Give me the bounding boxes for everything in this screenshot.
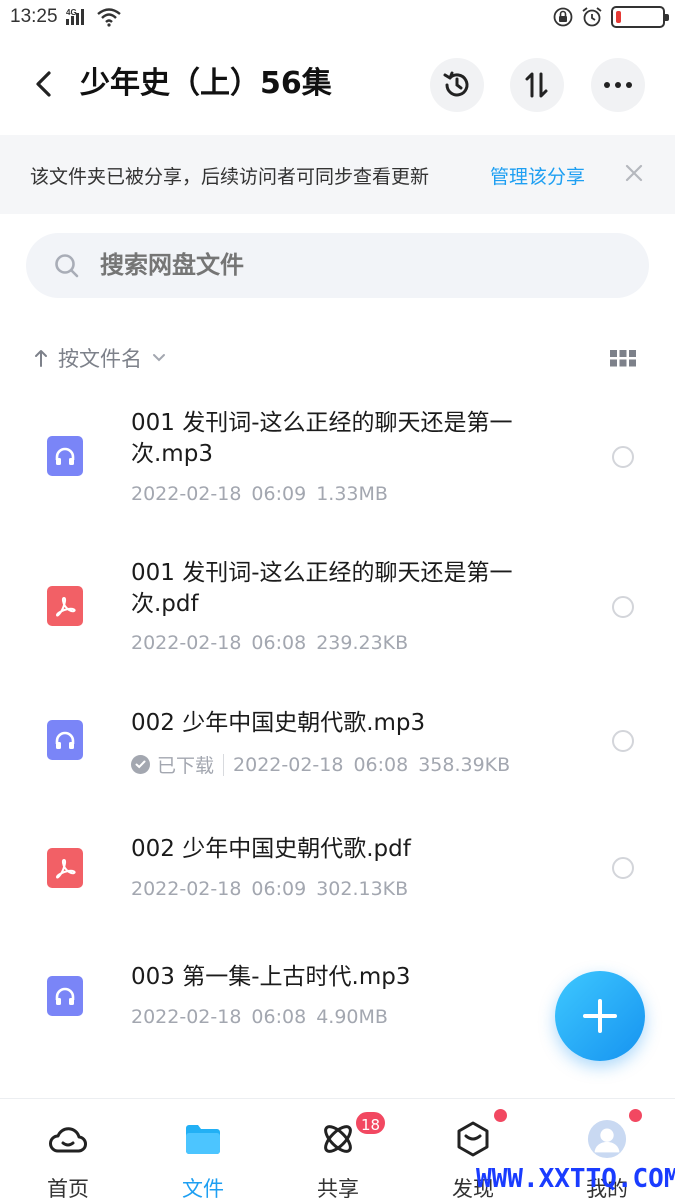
watermark: WWW.XXTTQ.COM xyxy=(476,1164,675,1194)
file-date: 2022-02-18 xyxy=(131,483,242,505)
file-row[interactable]: 002 少年中国史朝代歌.pdf 2022-02-18 06:09 302.13… xyxy=(0,830,675,920)
share-banner-text: 该文件夹已被分享，后续访问者可同步查看更新 xyxy=(30,166,430,188)
file-name: 002 少年中国史朝代歌.mp3 xyxy=(131,710,426,736)
close-banner-button[interactable] xyxy=(620,159,648,187)
file-date: 2022-02-18 xyxy=(131,632,242,654)
downloaded-label: 已下载 xyxy=(157,755,215,777)
history-button[interactable] xyxy=(430,58,484,112)
share-badge-count: 18 xyxy=(354,1110,388,1136)
sort-selector[interactable]: 按文件名 xyxy=(34,338,166,378)
file-meta: 2022-02-18 06:09 1.33MB xyxy=(131,483,388,505)
downloaded-check-icon xyxy=(131,755,150,774)
search-input[interactable] xyxy=(100,233,620,298)
file-size: 239.23KB xyxy=(316,632,409,654)
more-button[interactable] xyxy=(591,58,645,112)
manage-share-link[interactable]: 管理该分享 xyxy=(490,162,585,189)
file-size: 358.39KB xyxy=(418,753,511,776)
avatar-icon xyxy=(587,1119,627,1159)
file-row[interactable]: 001 发刊词-这么正经的聊天还是第一次.mp3 2022-02-18 06:0… xyxy=(0,400,675,520)
file-time: 06:08 xyxy=(353,753,409,776)
file-meta: 2022-02-18 06:09 302.13KB xyxy=(131,878,408,900)
file-meta: 2022-02-18 06:08 4.90MB xyxy=(131,1006,388,1028)
share-orbit-icon xyxy=(318,1119,358,1159)
page-title: 少年史（上）56集 xyxy=(80,66,332,101)
file-size: 4.90MB xyxy=(316,1006,388,1028)
pdf-symbol-icon xyxy=(56,859,76,879)
pdf-file-icon xyxy=(47,848,83,888)
nav-label: 文件 xyxy=(182,1177,224,1200)
file-time: 06:08 xyxy=(251,632,307,654)
headphones-icon xyxy=(55,731,75,749)
battery-icon xyxy=(611,6,669,28)
share-banner: 该文件夹已被分享，后续访问者可同步查看更新 管理该分享 xyxy=(0,135,675,214)
header-bar: 少年史（上）56集 xyxy=(0,42,675,128)
me-badge-dot xyxy=(629,1109,642,1122)
file-meta: 2022-02-18 06:08 239.23KB xyxy=(131,632,408,654)
cellular-signal-icon: 4G xyxy=(66,8,84,25)
grid-view-toggle[interactable] xyxy=(610,348,636,368)
nav-item-files[interactable]: 文件 xyxy=(153,1099,253,1200)
nav-label: 首页 xyxy=(47,1177,89,1200)
more-icon xyxy=(604,82,632,88)
headphones-icon xyxy=(55,447,75,465)
file-name: 003 第一集-上古时代.mp3 xyxy=(131,964,411,990)
file-time: 06:08 xyxy=(251,1006,307,1028)
status-indicators: 4G xyxy=(66,7,122,27)
grid-view-icon xyxy=(610,350,636,367)
file-row[interactable]: 002 少年中国史朝代歌.mp3 已下载 2022-02-18 06:08 35… xyxy=(0,700,675,800)
select-radio[interactable] xyxy=(612,596,634,618)
select-radio[interactable] xyxy=(612,730,634,752)
status-bar: 13:25 4G xyxy=(0,0,675,36)
nav-label: 共享 xyxy=(317,1177,359,1200)
lock-rotation-icon xyxy=(553,7,573,27)
audio-file-icon xyxy=(47,976,83,1016)
discover-badge-dot xyxy=(494,1109,507,1122)
file-size: 1.33MB xyxy=(316,483,388,505)
headphones-icon xyxy=(55,987,75,1005)
sort-up-arrow-icon xyxy=(35,350,47,367)
sort-icon xyxy=(525,72,548,98)
file-name: 001 发刊词-这么正经的聊天还是第一次.mp3 xyxy=(131,410,513,467)
select-radio[interactable] xyxy=(612,857,634,879)
select-radio[interactable] xyxy=(612,446,634,468)
history-icon xyxy=(443,71,469,97)
sort-button[interactable] xyxy=(510,58,564,112)
file-meta: 已下载 2022-02-18 06:08 358.39KB xyxy=(131,751,510,778)
status-time: 13:25 xyxy=(10,6,58,27)
svg-text:4G: 4G xyxy=(66,8,77,17)
file-size: 302.13KB xyxy=(316,878,409,900)
file-name: 002 少年中国史朝代歌.pdf xyxy=(131,836,411,862)
back-button[interactable] xyxy=(24,64,64,104)
file-name: 001 发刊词-这么正经的聊天还是第一次.pdf xyxy=(131,560,513,617)
discover-icon xyxy=(453,1119,493,1159)
back-icon xyxy=(36,71,51,97)
file-date: 2022-02-18 xyxy=(233,753,344,776)
chevron-down-icon xyxy=(153,354,165,362)
audio-file-icon xyxy=(47,436,83,476)
file-time: 06:09 xyxy=(251,878,307,900)
search-icon xyxy=(55,254,79,278)
file-time: 06:09 xyxy=(251,483,307,505)
sort-label: 按文件名 xyxy=(58,347,142,371)
status-right xyxy=(553,6,669,28)
cloud-icon xyxy=(48,1119,88,1159)
file-date: 2022-02-18 xyxy=(131,878,242,900)
pdf-file-icon xyxy=(47,586,83,626)
pdf-symbol-icon xyxy=(56,597,76,617)
meta-divider xyxy=(223,753,225,776)
close-icon xyxy=(625,164,643,182)
add-button[interactable] xyxy=(555,971,645,1061)
file-date: 2022-02-18 xyxy=(131,1006,242,1028)
alarm-icon xyxy=(582,7,602,27)
nav-item-home[interactable]: 首页 xyxy=(18,1099,118,1200)
file-row[interactable]: 001 发刊词-这么正经的聊天还是第一次.pdf 2022-02-18 06:0… xyxy=(0,550,675,670)
wifi-icon xyxy=(97,8,121,27)
audio-file-icon xyxy=(47,720,83,760)
search-bar[interactable] xyxy=(26,233,649,298)
plus-icon xyxy=(583,999,617,1033)
folder-icon xyxy=(183,1119,223,1159)
